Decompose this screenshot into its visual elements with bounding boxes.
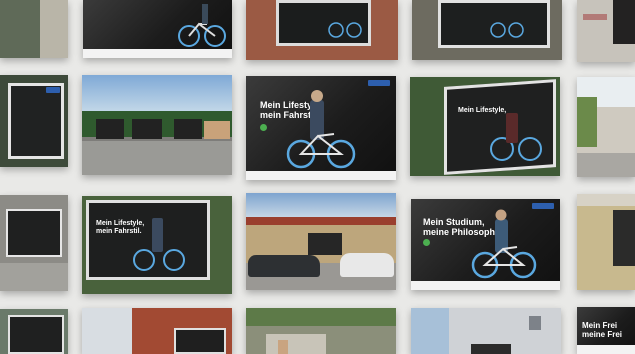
photo-tile-angled-billboard-left xyxy=(0,75,68,167)
photo-tile-angled-billboard-bike: Mein Lifestyle, xyxy=(410,77,560,176)
photo-tile-street-corner xyxy=(0,0,68,58)
photo-tile-brick-billboard xyxy=(246,0,398,60)
photo-tile-green-building xyxy=(246,308,396,354)
photo-tile-billboard-hedge xyxy=(412,0,562,60)
bike-illustration xyxy=(286,90,356,169)
bike-illustration xyxy=(178,4,226,47)
photo-tile-poster-studium: Mein Studium, meine Philosophie. xyxy=(411,199,560,290)
photo-tile-billboard-bottom-left xyxy=(0,309,68,354)
photo-tile-white-building xyxy=(411,308,561,354)
photo-tile-poster-bottom-right: Mein Frei meine Frei xyxy=(577,307,635,354)
photo-tile-graffiti-wall xyxy=(577,0,635,62)
photo-tile-trees-brick xyxy=(82,308,232,354)
photo-tile-billboards-street xyxy=(82,75,232,175)
bike-illustration xyxy=(471,209,537,279)
photo-tile-street-buildings xyxy=(577,77,635,177)
photo-collage: Mein Lifestyle, mein Fahrstil. Mein Life… xyxy=(0,0,635,354)
photo-tile-billboard-street-left xyxy=(0,195,68,291)
photo-tile-poster-bike-1 xyxy=(83,0,232,58)
photo-tile-street-cars xyxy=(246,193,396,290)
photo-tile-building-door xyxy=(577,194,635,290)
poster-headline-bottom-right: Mein Frei meine Frei xyxy=(582,321,623,339)
photo-tile-poster-lifestyle-outdoor: Mein Lifestyle, mein Fahrstil. xyxy=(82,196,232,294)
photo-tile-poster-lifestyle: Mein Lifestyle, mein Fahrstil. xyxy=(246,76,396,180)
